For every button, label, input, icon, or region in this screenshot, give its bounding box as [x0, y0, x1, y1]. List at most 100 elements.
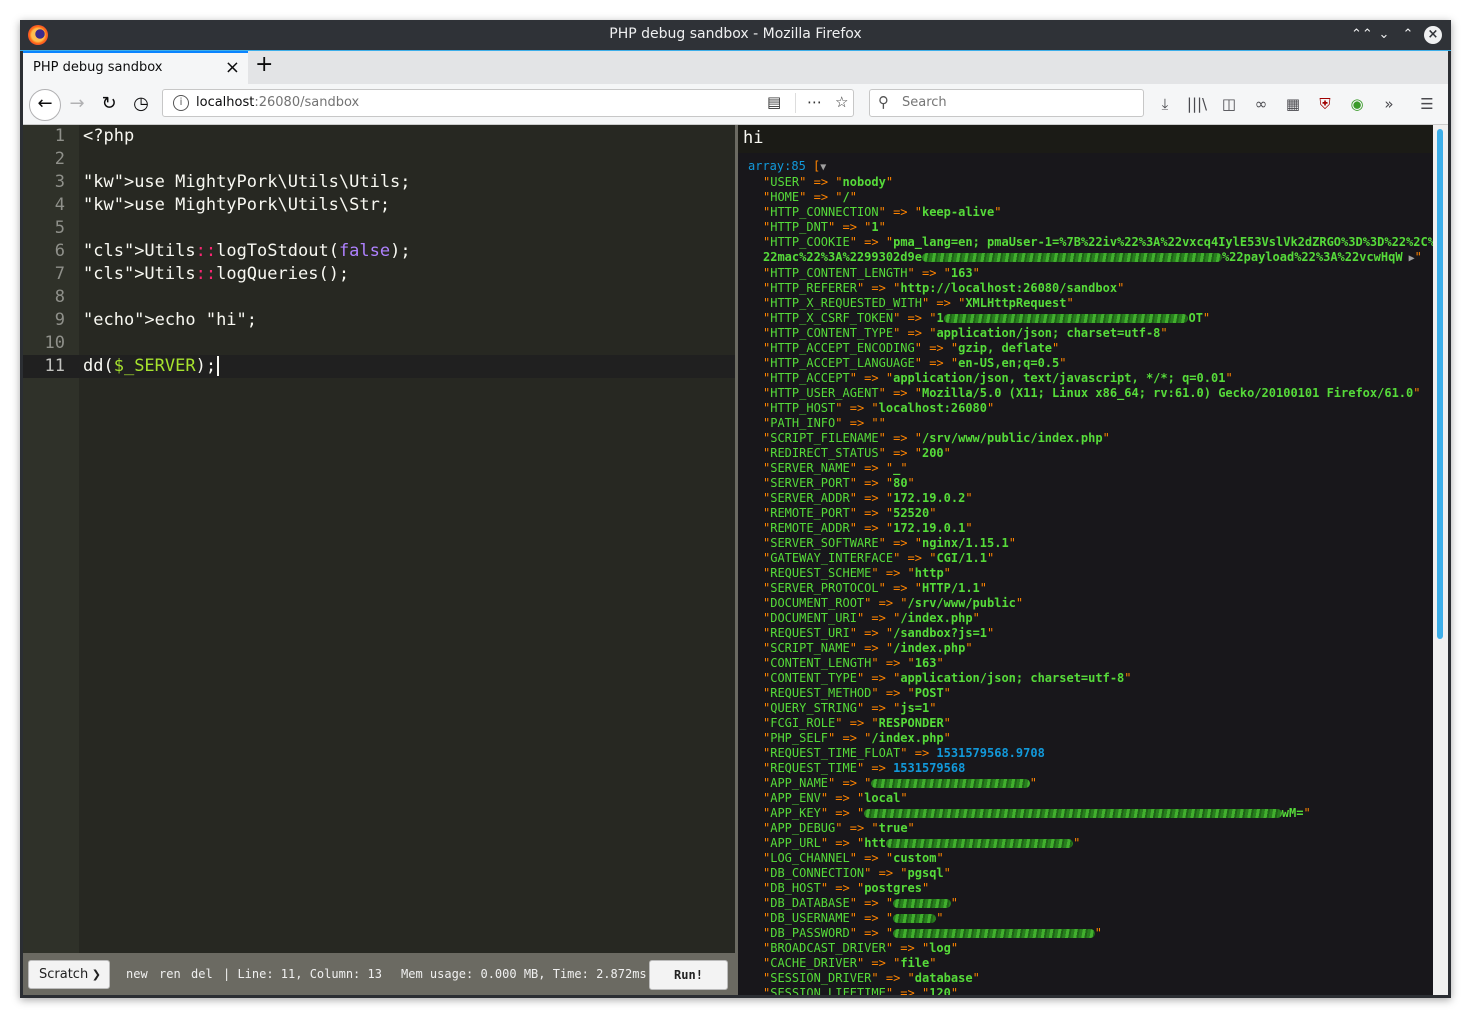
value-quote: " [1160, 326, 1168, 340]
dump-string-value: /srv/www/public [907, 596, 1016, 610]
dump-entry: "HTTP_CONNECTION" => "keep-alive" [748, 205, 1428, 220]
key-quote: " [835, 716, 843, 730]
site-info-icon[interactable]: i [173, 95, 189, 111]
dump-arrow: => [871, 596, 901, 610]
hamburger-menu-icon[interactable]: ☰ [1415, 92, 1439, 116]
code-editor[interactable]: 1 <?php 2 3 "kw">use MightyPork\Utils\Utils;… [23, 125, 735, 953]
value-quote: " [900, 791, 908, 805]
dump-key: APP_DEBUG [770, 821, 836, 835]
extensions-icon[interactable]: ▦ [1281, 92, 1305, 116]
extension-green-icon[interactable]: ◉ [1345, 92, 1369, 116]
dump-key: BROADCAST_DRIVER [770, 941, 886, 955]
private-browsing-icon[interactable]: ∞ [1249, 92, 1273, 116]
editor-line[interactable]: 5 [23, 217, 735, 240]
reload-button[interactable]: ↻ [95, 90, 123, 118]
chevron-down-icon: ❯ [91, 968, 101, 981]
dump-entry: "HTTP_ACCEPT_LANGUAGE" => "en-US,en;q=0.… [748, 356, 1428, 371]
scratch-select[interactable]: Scratch ❯ [28, 960, 110, 989]
close-window-button[interactable]: × [1424, 26, 1442, 44]
dump-key: REQUEST_URI [770, 626, 850, 640]
expand-string-icon[interactable]: ▶ [1403, 253, 1415, 264]
dump-entry: "DB_PASSWORD" => " " [748, 926, 1428, 941]
dump-arrow: => [856, 926, 886, 940]
editor-line[interactable]: 4 "kw">use MightyPork\Utils\Str; [23, 194, 735, 217]
dump-key: HTTP_REFERER [770, 281, 857, 295]
back-button[interactable]: ← [29, 89, 61, 121]
dump-arrow: => [864, 611, 894, 625]
browser-window: PHP debug sandbox - Mozilla Firefox ⌃⌃ ⌄… [20, 20, 1451, 998]
value-quote: " [907, 476, 915, 490]
dump-entry: "CONTENT_TYPE" => "application/json; cha… [748, 671, 1428, 686]
editor-line[interactable]: 1 <?php [23, 125, 735, 148]
dump-arrow: => [835, 220, 865, 234]
dump-string-value: 1 [871, 220, 879, 234]
url-text[interactable]: localhost:26080/sandbox [196, 95, 359, 110]
key-quote: " [878, 536, 886, 550]
key-quote: " [835, 416, 843, 430]
dump-string-value: 1 [936, 311, 944, 325]
output-scrollbar[interactable] [1433, 125, 1448, 995]
value-quote: " [871, 416, 879, 430]
rename-link[interactable]: ren [159, 967, 181, 981]
editor-line[interactable]: 2 [23, 148, 735, 171]
tab-php-debug-sandbox[interactable]: PHP debug sandbox × [23, 51, 248, 84]
scratch-select-label: Scratch [39, 967, 89, 982]
value-quote: " [885, 506, 894, 520]
value-quote: " [885, 911, 894, 925]
dump-string-value: RESPONDER [878, 716, 944, 730]
delete-link[interactable]: del [191, 967, 213, 981]
history-icon[interactable]: ◷ [127, 90, 155, 118]
redacted-value [943, 314, 1189, 323]
value-quote: " [987, 401, 995, 415]
dump-string-value: 172.19.0.2 [893, 491, 966, 505]
tab-close-icon[interactable]: × [225, 57, 240, 78]
run-button[interactable]: Run! [649, 960, 728, 990]
search-bar[interactable]: ⚲ [869, 89, 1144, 117]
keep-above-icon[interactable]: ⌃⌃ [1351, 26, 1373, 44]
dump-entry: "APP_URL" => "htt " [748, 836, 1428, 851]
dump-arrow: => [828, 806, 857, 820]
editor-line[interactable]: 11 dd($_SERVER); [23, 355, 735, 378]
editor-line[interactable]: 9 "echo">echo "hi"; [23, 309, 735, 332]
search-input[interactable] [900, 94, 1134, 111]
collapse-toggle-icon[interactable]: ▼ [820, 162, 826, 173]
new-tab-button[interactable]: + [255, 52, 273, 77]
new-link[interactable]: new [126, 967, 148, 981]
dump-key: REMOTE_ADDR [770, 521, 850, 535]
library-icon[interactable]: |||\ [1185, 92, 1209, 116]
value-quote: " [885, 235, 894, 249]
output-scrollbar-thumb[interactable] [1437, 129, 1443, 639]
dump-key: DOCUMENT_ROOT [770, 596, 865, 610]
value-quote: " [900, 596, 908, 610]
page-actions-icon[interactable]: ⋯ [807, 93, 822, 111]
value-quote: " [943, 716, 951, 730]
ublock-icon[interactable]: ⛨ [1313, 92, 1337, 116]
value-quote: " [972, 611, 980, 625]
sidebar-icon[interactable]: ◫ [1217, 92, 1241, 116]
value-quote: " [907, 686, 915, 700]
redacted-value [871, 779, 1030, 788]
dump-arrow: => [856, 371, 886, 385]
editor-line[interactable]: 7 "cls">Utils::logQueries(); [23, 263, 735, 286]
dump-entry: "HTTP_CONTENT_LENGTH" => "163" [748, 266, 1428, 281]
editor-line[interactable]: 8 [23, 286, 735, 309]
dump-string-value: /srv/www/public/index.php [921, 431, 1103, 445]
editor-line[interactable]: 3 "kw">use MightyPork\Utils\Utils; [23, 171, 735, 194]
redacted-value [864, 809, 1282, 818]
bookmark-star-icon[interactable]: ☆ [835, 93, 848, 111]
dump-key: REQUEST_TIME_FLOAT [770, 746, 901, 760]
editor-line[interactable]: 10 [23, 332, 735, 355]
dump-key: SERVER_SOFTWARE [770, 536, 879, 550]
maximize-button[interactable]: ⌃ [1399, 26, 1417, 44]
dump-string-value: gzip, deflate [958, 341, 1053, 355]
value-quote: " [1414, 250, 1422, 264]
value-quote: " [987, 551, 995, 565]
minimize-button[interactable]: ⌄ [1375, 26, 1393, 44]
url-bar[interactable]: i localhost:26080/sandbox ▤ ⋯ ☆ [162, 89, 854, 117]
dump-entry: "REMOTE_ADDR" => "172.19.0.1" [748, 521, 1428, 536]
download-icon[interactable]: ⤓ [1153, 92, 1177, 116]
overflow-icon[interactable]: » [1377, 92, 1401, 116]
forward-button[interactable]: → [63, 90, 91, 118]
editor-line[interactable]: 6 "cls">Utils::logToStdout(false); [23, 240, 735, 263]
reader-view-icon[interactable]: ▤ [767, 93, 781, 111]
